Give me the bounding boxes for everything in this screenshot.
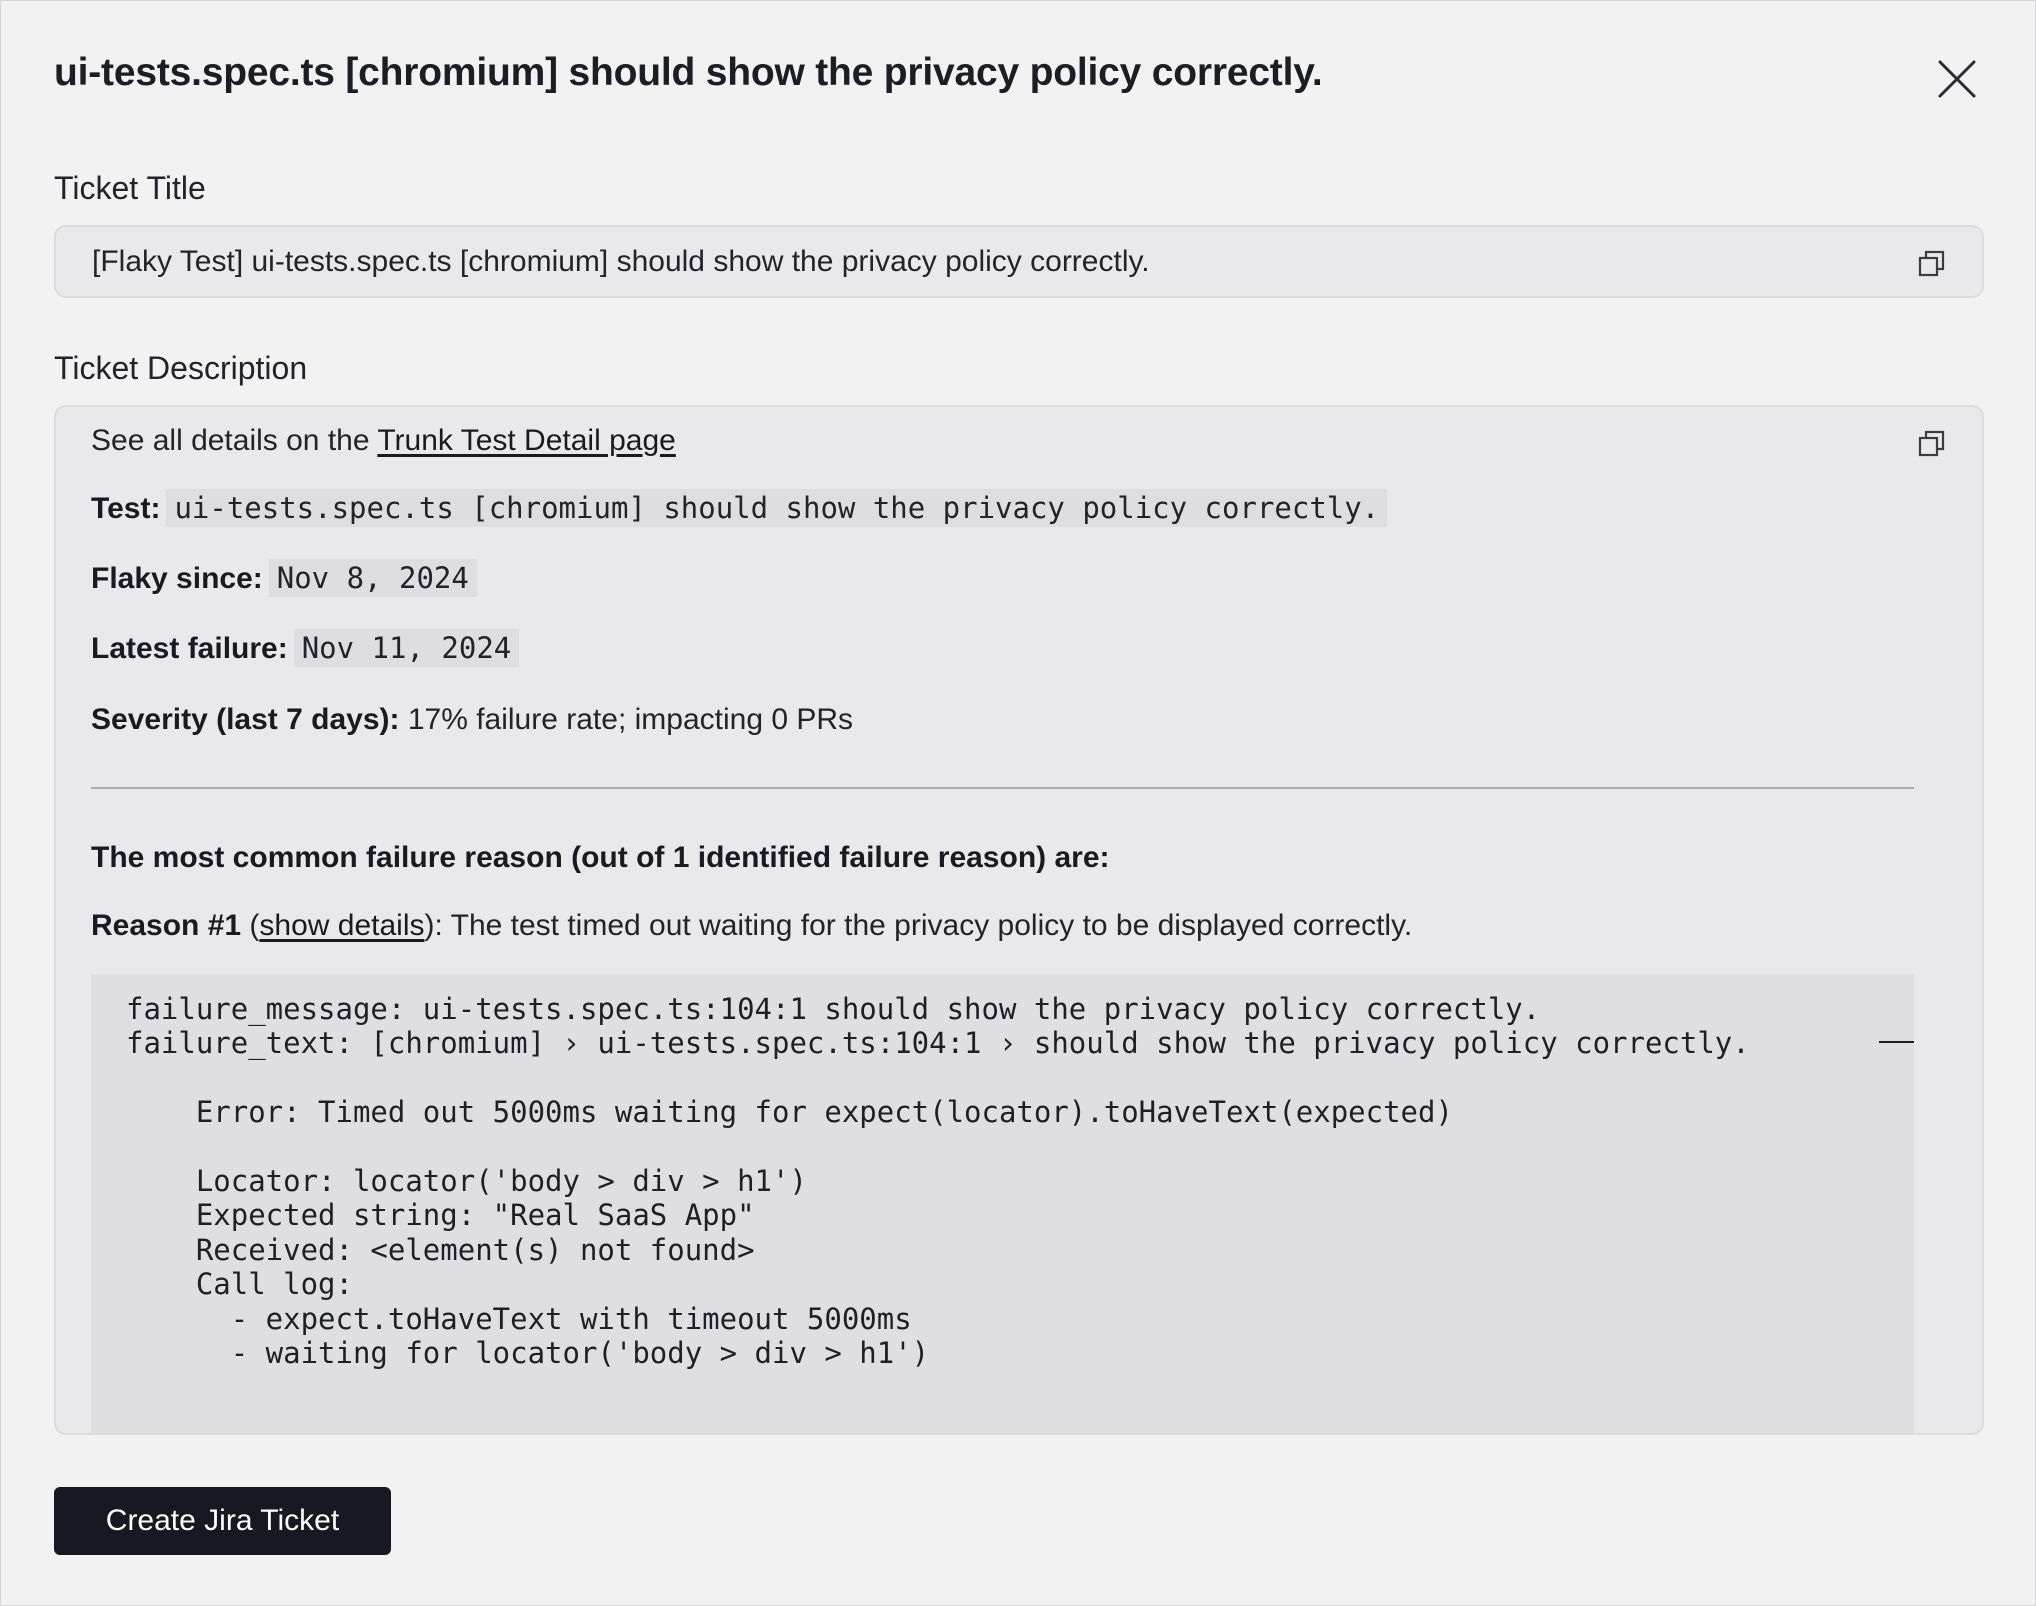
- ticket-title-field[interactable]: [Flaky Test] ui-tests.spec.ts [chromium]…: [54, 225, 1984, 298]
- test-row: Test: ui-tests.spec.ts [chromium] should …: [91, 489, 1388, 527]
- latest-failure-label: Latest failure:: [91, 632, 288, 665]
- reason-text: ): The test timed out waiting for the pr…: [424, 909, 1413, 942]
- flaky-since-value: Nov 8, 2024: [268, 559, 477, 597]
- severity-label: Severity (last 7 days):: [91, 703, 400, 736]
- ticket-title-value[interactable]: [Flaky Test] ui-tests.spec.ts [chromium]…: [92, 245, 1150, 279]
- common-failure-heading: The most common failure reason (out of 1…: [91, 841, 1110, 875]
- ticket-description-label: Ticket Description: [54, 350, 308, 386]
- latest-failure-value: Nov 11, 2024: [293, 629, 520, 667]
- ticket-description-field[interactable]: See all details on the Trunk Test Detail…: [54, 405, 1984, 1435]
- test-value: ui-tests.spec.ts [chromium] should show …: [166, 489, 1388, 527]
- close-icon[interactable]: [1937, 59, 1977, 99]
- flaky-since-label: Flaky since:: [91, 562, 263, 595]
- test-label: Test:: [91, 492, 161, 525]
- details-intro: See all details on the Trunk Test Detail…: [91, 424, 676, 458]
- reason-label: Reason #1: [91, 909, 242, 942]
- latest-failure-row: Latest failure: Nov 11, 2024: [91, 629, 520, 667]
- divider: [91, 787, 1914, 789]
- code-overflow-rule: [1879, 1041, 1914, 1043]
- show-details-link[interactable]: show details: [259, 909, 424, 942]
- modal-title: ui-tests.spec.ts [chromium] should show …: [54, 51, 1323, 94]
- common-failure-heading-text: The most common failure reason (out of 1…: [91, 841, 1110, 874]
- create-jira-ticket-button[interactable]: Create Jira Ticket: [54, 1487, 391, 1555]
- ticket-title-label: Ticket Title: [54, 170, 206, 206]
- flaky-since-row: Flaky since: Nov 8, 2024: [91, 559, 477, 597]
- reason-open: (: [241, 909, 260, 942]
- failure-code: failure_message: ui-tests.spec.ts:104:1 …: [126, 992, 1750, 1371]
- severity-row: Severity (last 7 days): 17% failure rate…: [91, 703, 853, 737]
- failure-code-block: failure_message: ui-tests.spec.ts:104:1 …: [91, 974, 1914, 1433]
- details-intro-text: See all details on the: [91, 424, 378, 457]
- copy-icon[interactable]: [1917, 249, 1947, 279]
- severity-value: 17% failure rate; impacting 0 PRs: [407, 703, 854, 736]
- create-ticket-modal: ui-tests.spec.ts [chromium] should show …: [0, 0, 2036, 1606]
- reason-row: Reason #1 (show details): The test timed…: [91, 909, 1412, 943]
- trunk-test-detail-link[interactable]: Trunk Test Detail page: [377, 424, 676, 457]
- copy-icon[interactable]: [1917, 429, 1947, 459]
